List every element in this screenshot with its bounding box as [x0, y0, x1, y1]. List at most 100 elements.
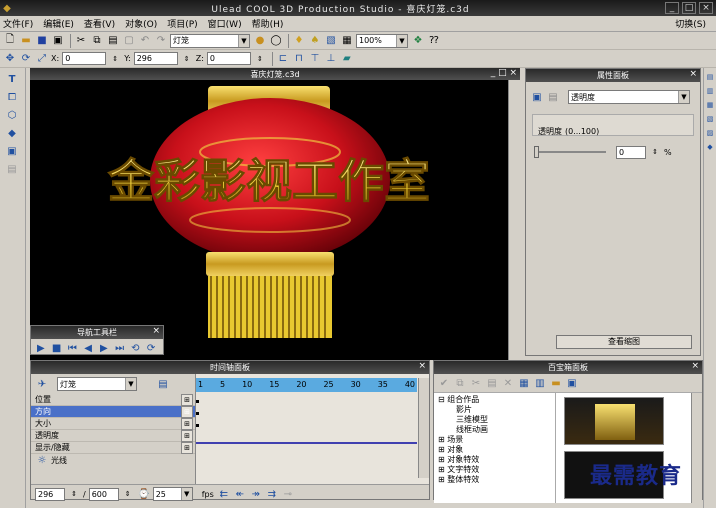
keyframe-marker[interactable]	[196, 400, 199, 403]
timeline-ruler[interactable]: 1 5 10 15 20 25 30 35 40	[196, 378, 417, 392]
menu-edit[interactable]: 编辑(E)	[43, 17, 74, 30]
opacity-field[interactable]: 0	[616, 145, 646, 159]
key-add-icon[interactable]: ⇇	[217, 487, 231, 501]
menu-window[interactable]: 窗口(W)	[208, 17, 242, 30]
tree-node[interactable]: 三维模型	[438, 415, 551, 425]
first-frame-icon[interactable]: ⏮	[66, 341, 80, 355]
sphere-icon[interactable]: ●	[253, 34, 267, 48]
help-pointer-icon[interactable]: ⁇	[427, 34, 441, 48]
tree-node[interactable]: ⊞ 整体特效	[438, 475, 551, 485]
z-spin-icon[interactable]: ⇕	[253, 52, 267, 66]
properties-alt-icon[interactable]: ▤	[546, 90, 560, 104]
y-spin-icon[interactable]: ⇕	[180, 52, 194, 66]
view-thumbnail-button[interactable]: 查看缩图	[556, 335, 692, 349]
panel-toggle-icon[interactable]: ▤	[705, 72, 715, 82]
group-icon[interactable]: ▦	[340, 34, 354, 48]
open-folder-icon[interactable]: ▬	[549, 376, 563, 390]
track-key-icon[interactable]: ⊞	[181, 441, 193, 454]
image-tool-icon[interactable]: ▣	[5, 144, 19, 158]
opacity-slider-thumb[interactable]	[534, 146, 539, 158]
play-icon[interactable]: ▶	[34, 341, 48, 355]
rotate-object-icon[interactable]: ⟳	[19, 52, 33, 66]
object-select[interactable]: 灯笼 ▼	[170, 33, 250, 48]
fps-select[interactable]: 25 ▼	[152, 487, 193, 501]
zoom-select[interactable]: 100% ▼	[356, 33, 408, 48]
torus-icon[interactable]: ◯	[269, 34, 283, 48]
property-select[interactable]: 透明度 ▼	[568, 90, 690, 104]
prev-frame-icon[interactable]: ◀	[81, 341, 95, 355]
copy-icon[interactable]: ⧉	[453, 376, 467, 390]
menu-help[interactable]: 帮助(H)	[252, 17, 284, 30]
minimize-button[interactable]: _	[665, 2, 679, 14]
align-center-icon[interactable]: ⊓	[292, 52, 306, 66]
track-position[interactable]: 位置 ⊞	[31, 393, 195, 406]
key-more-icon[interactable]: ⊸	[281, 487, 295, 501]
align-bottom-icon[interactable]: ⊥	[324, 52, 338, 66]
sync-icon[interactable]: ❖	[411, 34, 425, 48]
track-opacity[interactable]: 透明度 ⊞	[31, 429, 195, 442]
loop-icon[interactable]: ⟲	[129, 341, 143, 355]
undo-icon[interactable]: ↶	[138, 34, 152, 48]
timeline-scrollbar[interactable]	[418, 378, 429, 478]
track-direction[interactable]: 方向 ⊞	[31, 405, 195, 418]
apply-icon[interactable]: ✔	[437, 376, 451, 390]
track-key-icon[interactable]: ⊞	[181, 429, 193, 442]
close-icon[interactable]: ×	[418, 361, 426, 371]
frame-spin-icon[interactable]: ⇕	[67, 487, 81, 501]
timeline-object-select[interactable]: 灯笼 ▼	[57, 377, 137, 391]
panel-toggle-icon[interactable]: ▧	[705, 114, 715, 124]
menu-switch[interactable]: 切换(S)	[675, 17, 706, 30]
properties-icon[interactable]: ▣	[530, 90, 544, 104]
total-spin-icon[interactable]: ⇕	[121, 487, 135, 501]
stop-icon[interactable]: ■	[50, 341, 64, 355]
track-visibility[interactable]: 显示/隐藏 ⊞	[31, 441, 195, 454]
menu-view[interactable]: 查看(V)	[84, 17, 115, 30]
x-coordinate-field[interactable]: 0	[62, 52, 107, 65]
timeline-options-icon[interactable]: ▤	[156, 377, 170, 391]
cut-icon[interactable]: ✂	[469, 376, 483, 390]
delete-icon[interactable]: ✕	[501, 376, 515, 390]
menu-object[interactable]: 对象(O)	[125, 17, 157, 30]
menu-file[interactable]: 文件(F)	[3, 17, 33, 30]
tree-node[interactable]: ⊞ 对象	[438, 445, 551, 455]
key-remove-icon[interactable]: ⇉	[265, 487, 279, 501]
track-key-icon[interactable]: ⊞	[181, 417, 193, 430]
visibility-bar[interactable]	[196, 442, 417, 444]
paste-icon[interactable]: ▤	[106, 34, 120, 48]
shape-tool-icon[interactable]: ⧠	[5, 90, 19, 104]
close-button[interactable]: ×	[699, 2, 713, 14]
next-frame-icon[interactable]: ▶	[97, 341, 111, 355]
track-key-icon[interactable]: ⊞	[181, 393, 193, 406]
menu-project[interactable]: 项目(P)	[167, 17, 197, 30]
new-file-icon[interactable]: 🗋	[3, 34, 17, 48]
align-left-icon[interactable]: ⊏	[276, 52, 290, 66]
last-frame-icon[interactable]: ⏭	[113, 341, 127, 355]
maximize-button[interactable]: □	[682, 2, 696, 14]
render-viewport[interactable]: 金彩影视工作室	[30, 80, 508, 360]
resize-object-icon[interactable]: ⤢	[35, 52, 49, 66]
z-coordinate-field[interactable]: 0	[206, 52, 251, 65]
move-object-icon[interactable]: ✥	[3, 52, 17, 66]
track-size[interactable]: 大小 ⊞	[31, 417, 195, 430]
extra-tool-icon[interactable]: ▤	[5, 162, 19, 176]
delete-icon[interactable]: ▢	[122, 34, 136, 48]
object-manager-icon[interactable]: ▧	[324, 34, 338, 48]
thumbnail-view-icon[interactable]: ▦	[517, 376, 531, 390]
redo-icon[interactable]: ↷	[154, 34, 168, 48]
panel-toggle-icon[interactable]: ◆	[705, 142, 715, 152]
text-tool-icon[interactable]: T	[5, 72, 19, 86]
save-icon[interactable]: ■	[35, 34, 49, 48]
close-icon[interactable]: ×	[689, 69, 697, 79]
panel-toggle-icon[interactable]: ▦	[705, 100, 715, 110]
pingpong-icon[interactable]: ⟳	[144, 341, 158, 355]
key-next-icon[interactable]: ↠	[249, 487, 263, 501]
track-key-icon[interactable]: ⊞	[181, 405, 193, 418]
tree-node[interactable]: ⊞ 对象特效	[438, 455, 551, 465]
current-frame-field[interactable]: 296	[35, 487, 65, 501]
open-file-icon[interactable]: ▬	[19, 34, 33, 48]
library-settings-icon[interactable]: ▣	[565, 376, 579, 390]
y-coordinate-field[interactable]: 296	[133, 52, 178, 65]
bulb-icon[interactable]: ♠	[308, 34, 322, 48]
viewport-scrollbar[interactable]	[508, 80, 519, 360]
copy-icon[interactable]: ⧉	[90, 34, 104, 48]
